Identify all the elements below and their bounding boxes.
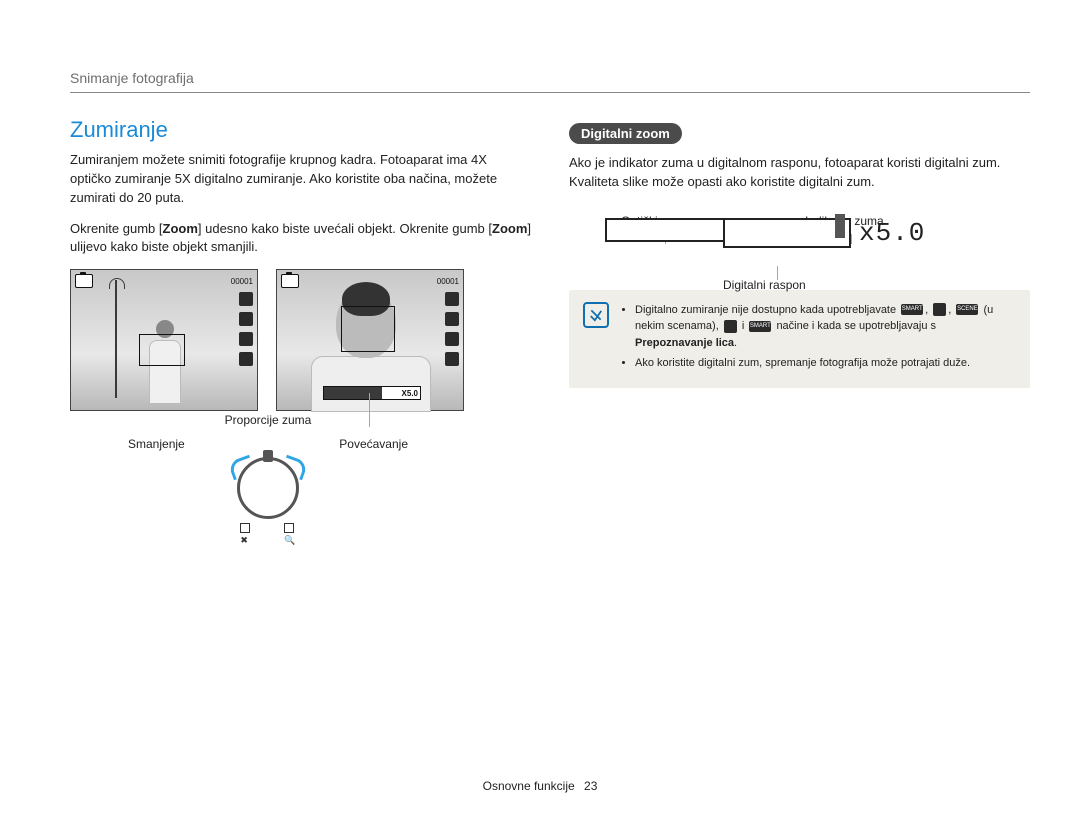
text: i bbox=[742, 320, 748, 332]
example-screenshots: 00001 00001 bbox=[70, 269, 531, 411]
text: Okrenite gumb [ bbox=[70, 221, 163, 236]
osd-icon bbox=[445, 312, 459, 326]
movie-mode-icon bbox=[724, 320, 737, 333]
zoom-ratio-label: Proporcije zuma bbox=[70, 413, 466, 427]
digital-zoom-paragraph: Ako je indikator zuma u digitalnom raspo… bbox=[569, 154, 1030, 192]
osd-icon bbox=[239, 312, 253, 326]
arrow-right-icon bbox=[280, 455, 308, 481]
text: načine i kada se upotrebljavaju s bbox=[776, 320, 936, 332]
camera-mode-icon bbox=[75, 274, 93, 288]
page-footer: Osnovne funkcije 23 bbox=[0, 779, 1080, 793]
digital-zoom-pill: Digitalni zoom bbox=[569, 123, 682, 144]
note-icon bbox=[583, 302, 609, 328]
increase-label: Povećavanje bbox=[339, 437, 408, 451]
osd-icon bbox=[445, 352, 459, 366]
text: ] udesno kako biste uvećali objekt. Okre… bbox=[198, 221, 492, 236]
text: . bbox=[734, 337, 737, 349]
text: Digitalno zumiranje nije dostupno kada u… bbox=[635, 304, 899, 316]
left-column: Zumiranje Zumiranjem možete snimiti foto… bbox=[70, 117, 531, 546]
face-recognition-term: Prepoznavanje lica bbox=[635, 337, 734, 349]
camera-mode-icon bbox=[281, 274, 299, 288]
zoom-button-ref: Zoom bbox=[492, 221, 527, 236]
osd-icon-column bbox=[239, 292, 253, 366]
dial-underside-icons: ✖ 🔍 bbox=[70, 523, 466, 546]
digital-range-bar bbox=[723, 218, 851, 248]
text: Proporcije zuma bbox=[225, 413, 312, 427]
frame-counter: 00001 bbox=[231, 277, 253, 286]
zoom-instruction-paragraph: Okrenite gumb [Zoom] udesno kako biste u… bbox=[70, 220, 531, 258]
right-column: Digitalni zoom Ako je indikator zuma u d… bbox=[569, 117, 1030, 546]
zoom-scale-value: X5.0 bbox=[402, 389, 418, 398]
focus-frame bbox=[139, 334, 185, 366]
osd-icon bbox=[445, 332, 459, 346]
screenshot-zoomed: 00001 X5.0 bbox=[276, 269, 464, 411]
zoom-in-icon bbox=[284, 523, 294, 533]
osd-icon-column bbox=[445, 292, 459, 366]
thumbnail-icon bbox=[240, 523, 250, 533]
note-box: Digitalno zumiranje nije dostupno kada u… bbox=[569, 290, 1030, 388]
osd-icon bbox=[239, 352, 253, 366]
osd-icon bbox=[239, 292, 253, 306]
scene-mode-icon: SCENE bbox=[956, 304, 978, 315]
zoom-range-diagram: Optički raspon Indikator zuma x5.0 Digit… bbox=[605, 216, 945, 248]
focus-frame bbox=[341, 306, 395, 352]
frame-counter: 00001 bbox=[437, 277, 459, 286]
stabilization-mode-icon bbox=[933, 303, 946, 316]
section-heading-zoom: Zumiranje bbox=[70, 117, 531, 143]
note-item-2: Ako koristite digitalni zum, spremanje f… bbox=[635, 355, 1016, 372]
breadcrumb: Snimanje fotografija bbox=[70, 70, 1030, 93]
osd-icon bbox=[239, 332, 253, 346]
footer-section-name: Osnovne funkcije bbox=[483, 779, 575, 793]
osd-icon bbox=[445, 292, 459, 306]
zoom-indicator-marker bbox=[835, 214, 845, 238]
note-item-1: Digitalno zumiranje nije dostupno kada u… bbox=[635, 302, 1016, 352]
dial-labels: Smanjenje Povećavanje bbox=[128, 437, 408, 451]
decrease-label: Smanjenje bbox=[128, 437, 185, 451]
smart-mode-icon: SMART bbox=[901, 304, 923, 315]
zoom-intro-paragraph: Zumiranjem možete snimiti fotografije kr… bbox=[70, 151, 531, 208]
screenshot-wide: 00001 bbox=[70, 269, 258, 411]
callout-line bbox=[369, 393, 370, 427]
page-number: 23 bbox=[584, 779, 597, 793]
zoom-scale-bar: X5.0 bbox=[323, 386, 421, 400]
smart-movie-mode-icon: SMART bbox=[749, 321, 771, 332]
arrow-left-icon bbox=[227, 455, 255, 481]
zoom-dial-illustration bbox=[237, 457, 299, 519]
streetlamp-illustration bbox=[115, 280, 117, 398]
digital-range-label: Digitalni raspon bbox=[723, 278, 806, 292]
zoom-button-ref: Zoom bbox=[163, 221, 198, 236]
